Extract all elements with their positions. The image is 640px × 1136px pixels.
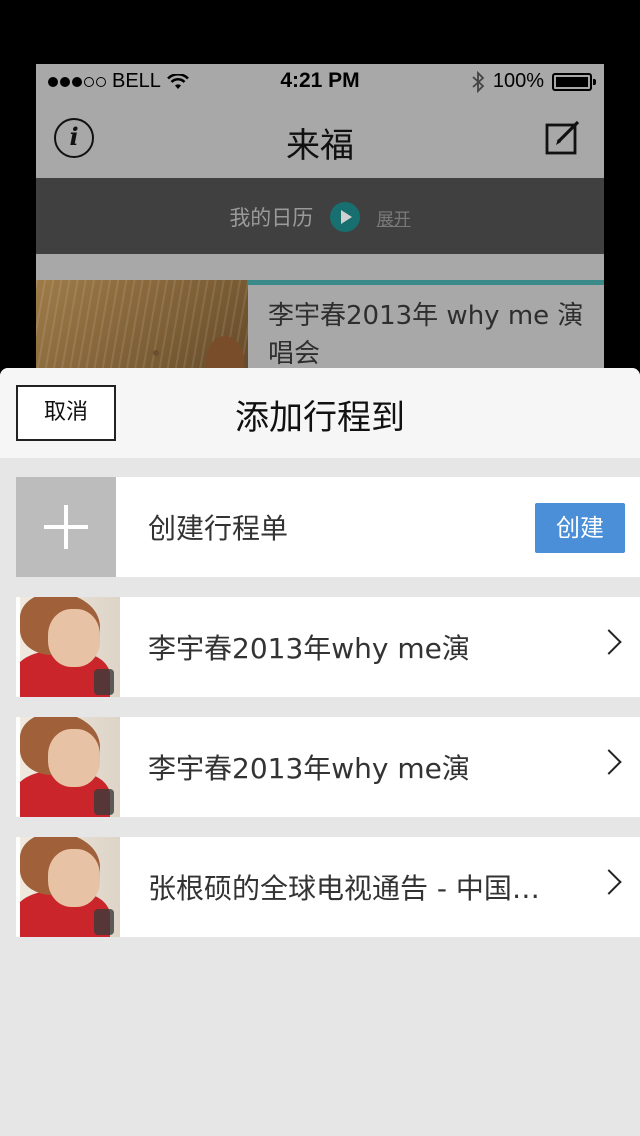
- background-app: BELL 4:21 PM 100% i 来福 我的日历 展开 李宇春2013年 …: [36, 64, 604, 374]
- thumbnail-image: [20, 837, 120, 937]
- list-item-label: 张根硕的全球电视通告 - 中国…: [148, 872, 540, 905]
- sheet-title: 添加行程到: [235, 398, 405, 438]
- create-schedule-row[interactable]: 创建行程单 创建: [16, 477, 640, 577]
- create-schedule-label: 创建行程单: [148, 512, 289, 545]
- thumbnail-image: [20, 597, 120, 697]
- my-calendar-bar[interactable]: 我的日历 展开: [36, 178, 604, 254]
- event-card[interactable]: 李宇春2013年 why me 演唱会: [36, 280, 604, 374]
- status-right: 100%: [471, 70, 596, 93]
- play-icon[interactable]: [330, 202, 360, 232]
- sheet-header: 取消 添加行程到: [0, 368, 640, 458]
- app-title: 来福: [286, 126, 354, 166]
- list-item-label: 李宇春2013年why me演: [148, 632, 470, 665]
- list-item[interactable]: 李宇春2013年why me演: [16, 717, 640, 817]
- create-button[interactable]: 创建: [535, 503, 625, 553]
- battery-percent: 100%: [492, 70, 544, 92]
- expand-link[interactable]: 展开: [377, 205, 411, 230]
- thumbnail-image: [20, 717, 120, 817]
- event-card-image: [36, 280, 248, 374]
- list-item[interactable]: 张根硕的全球电视通告 - 中国…: [16, 837, 640, 937]
- add-to-schedule-sheet: 取消 添加行程到 创建行程单 创建 李宇春2013年why me演 李宇春201…: [0, 368, 640, 1136]
- event-card-body: 李宇春2013年 why me 演唱会: [248, 280, 604, 374]
- status-bar: BELL 4:21 PM 100%: [36, 64, 604, 100]
- chevron-right-icon: [596, 749, 622, 775]
- plus-icon[interactable]: [16, 477, 116, 577]
- event-card-title: 李宇春2013年 why me 演唱会: [268, 301, 584, 369]
- list-item-label: 李宇春2013年why me演: [148, 752, 470, 785]
- chevron-right-icon: [596, 869, 622, 895]
- compose-icon[interactable]: [544, 118, 582, 156]
- list-item[interactable]: 李宇春2013年why me演: [16, 597, 640, 697]
- chevron-right-icon: [596, 629, 622, 655]
- calendar-label: 我的日历: [229, 206, 314, 230]
- nav-bar: i 来福: [36, 100, 604, 178]
- bluetooth-icon: [472, 70, 485, 93]
- battery-icon: [552, 72, 596, 91]
